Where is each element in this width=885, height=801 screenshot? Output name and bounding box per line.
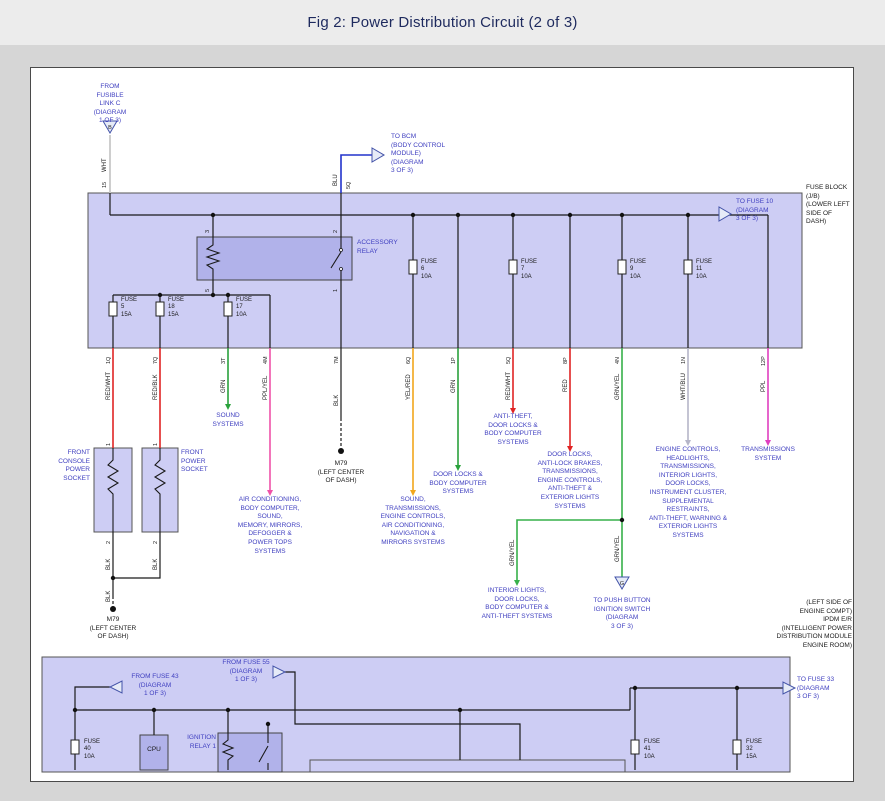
- socket1-pin2: 2: [106, 541, 112, 544]
- fuse6-label: FUSE 6 10A: [421, 259, 449, 281]
- from-fusible-link-label: FROM FUSIBLE LINK C (DIAGRAM 1 OF 3): [82, 83, 138, 126]
- anti-theft-door-locks-label: ANTI-THEFT, DOOR LOCKS & BODY COMPUTER S…: [476, 413, 550, 447]
- blk-label-ground: BLK: [106, 591, 112, 602]
- fuse9-label: FUSE 9 10A: [630, 259, 658, 281]
- ground-m79-dot: [110, 606, 116, 612]
- fuse18-label: FUSE 18 15A: [168, 297, 196, 319]
- relay-contact-dot: [340, 249, 343, 252]
- front-console-socket-label: FRONT CONSOLE POWER SOCKET: [42, 449, 90, 483]
- grnyel-label-branch: GRN/YEL: [510, 539, 516, 566]
- ignition-relay-label: IGNITION RELAY 1: [170, 734, 216, 751]
- pin-7q: 7Q: [153, 356, 159, 364]
- to-fuse33-label: TO FUSE 33 (DIAGRAM 3 OF 3): [797, 676, 849, 702]
- pin-12p: 12P: [761, 356, 767, 366]
- fuse11-symbol: [684, 260, 692, 274]
- fuse18-symbol: [156, 302, 164, 316]
- grnyel-label-lower: GRN/YEL: [615, 535, 621, 562]
- fuse6-symbol: [409, 260, 417, 274]
- pin-1p: 1P: [451, 357, 457, 364]
- pplyel-label: PPL/YEL: [263, 375, 269, 400]
- fuse-block-location-label: FUSE BLOCK (J/B) (LOWER LEFT SIDE OF DAS…: [806, 184, 854, 227]
- yelred-label: YEL/RED: [406, 374, 412, 400]
- transmissions-system-label: TRANSMISSIONS SYSTEM: [731, 446, 805, 463]
- relay-pin1-label: 1: [333, 289, 339, 292]
- fuse41-label: FUSE 41 10A: [644, 739, 672, 761]
- redblk-label: RED/BLK: [153, 374, 159, 400]
- blk-label-socket1: BLK: [106, 559, 112, 570]
- arrow-grnyel-interior: [514, 580, 520, 586]
- connector-g-label: G: [620, 581, 624, 587]
- grnyel-label-4n: GRN/YEL: [615, 373, 621, 400]
- from-fuse43-label: FROM FUSE 43 (DIAGRAM 1 OF 3): [126, 673, 184, 699]
- fuse11-label: FUSE 11 10A: [696, 259, 724, 281]
- fuse17-symbol: [224, 302, 232, 316]
- socket2-pin2: 2: [153, 541, 159, 544]
- ppl-label: PPL: [761, 380, 767, 392]
- to-bcm-triangle: [372, 148, 384, 162]
- engine-controls-systems-label: ENGINE CONTROLS, HEADLIGHTS, TRANSMISSIO…: [637, 446, 739, 541]
- socket2-pin1: 1: [153, 443, 159, 446]
- sound-systems-label: SOUND SYSTEMS: [201, 412, 255, 429]
- m79-dash-label: M79 (LEFT CENTER OF DASH): [306, 460, 376, 486]
- pin-6q: 6Q: [406, 356, 412, 364]
- fuse41-symbol: [631, 740, 639, 754]
- blu-label: BLU: [333, 174, 339, 186]
- fuse7-label: FUSE 7 10A: [521, 259, 549, 281]
- relay-pin5-label: 5: [205, 289, 211, 292]
- fuse9-symbol: [618, 260, 626, 274]
- from-fuse55-label: FROM FUSE 55 (DIAGRAM 1 OF 3): [220, 659, 272, 685]
- screenshot-root: Fig 2: Power Distribution Circuit (2 of …: [0, 0, 885, 801]
- air-conditioning-systems-label: AIR CONDITIONING, BODY COMPUTER, SOUND, …: [224, 496, 316, 556]
- fuse40-symbol: [71, 740, 79, 754]
- grn-label-3t: GRN: [221, 380, 227, 393]
- accessory-relay-label: ACCESSORY RELAY: [357, 239, 413, 256]
- door-locks-abs-systems-label: DOOR LOCKS, ANTI-LOCK BRAKES, TRANSMISSI…: [527, 451, 613, 511]
- redwht-label-5q: RED/WHT: [506, 372, 512, 400]
- blk-label-7m: BLK: [334, 395, 340, 406]
- pin-1q: 1Q: [106, 356, 112, 364]
- blk-label-socket2: BLK: [153, 559, 159, 570]
- ground-m79-dot: [338, 448, 344, 454]
- pin-15-label: 15: [102, 182, 108, 188]
- red-label-8p: RED: [563, 379, 569, 392]
- redwht-label-1q: RED/WHT: [106, 372, 112, 400]
- fuse17-label: FUSE 17 10A: [236, 297, 264, 319]
- pin-8p: 8P: [563, 357, 569, 364]
- to-fuse10-label: TO FUSE 10 (DIAGRAM 3 OF 3): [736, 198, 790, 224]
- ipdm-location-label: (LEFT SIDE OF ENGINE COMPT) IPDM E/R (IN…: [772, 599, 852, 651]
- pin-3t: 3T: [221, 357, 227, 364]
- fuse5-label: FUSE 5 15A: [121, 297, 149, 319]
- pin-1n: 1N: [681, 357, 687, 364]
- pin-4n: 4N: [615, 357, 621, 364]
- accessory-relay-box: [197, 237, 352, 280]
- front-power-socket-label: FRONT POWER SOCKET: [181, 449, 231, 475]
- fuse40-label: FUSE 40 10A: [84, 739, 112, 761]
- fuse32-symbol: [733, 740, 741, 754]
- to-bcm-label: TO BCM (BODY CONTROL MODULE) (DIAGRAM 3 …: [391, 133, 467, 176]
- ipdm-lower-module-box: [310, 760, 625, 772]
- fuse7-symbol: [509, 260, 517, 274]
- cpu-label: CPU: [140, 746, 168, 755]
- pin-4m: 4M: [263, 356, 269, 364]
- interior-lights-systems-label: INTERIOR LIGHTS, DOOR LOCKS, BODY COMPUT…: [475, 587, 559, 621]
- fuse32-label: FUSE 32 15A: [746, 739, 774, 761]
- relay-contact-dot: [340, 268, 343, 271]
- wht-label: WHT: [102, 158, 108, 172]
- fuse5-symbol: [109, 302, 117, 316]
- grn-label-1p: GRN: [451, 380, 457, 393]
- push-button-ignition-label: TO PUSH BUTTON IGNITION SWITCH (DIAGRAM …: [585, 597, 659, 631]
- whtblu-label: WHT/BLU: [681, 373, 687, 400]
- arrow-grn-sound: [225, 404, 231, 410]
- pin-7m: 7M: [334, 356, 340, 364]
- pin-bcm-label: 5Q: [346, 181, 352, 189]
- relay-pin2-label: 2: [333, 230, 339, 233]
- pin-5q: 5Q: [506, 356, 512, 364]
- sound-transmissions-systems-label: SOUND, TRANSMISSIONS, ENGINE CONTROLS, A…: [367, 496, 459, 548]
- m79-ground-label: M79 (LEFT CENTER OF DASH): [78, 616, 148, 642]
- door-locks-body-computer-label: DOOR LOCKS & BODY COMPUTER SYSTEMS: [421, 471, 495, 497]
- relay-pin3-label: 3: [205, 230, 211, 233]
- socket1-pin1: 1: [106, 443, 112, 446]
